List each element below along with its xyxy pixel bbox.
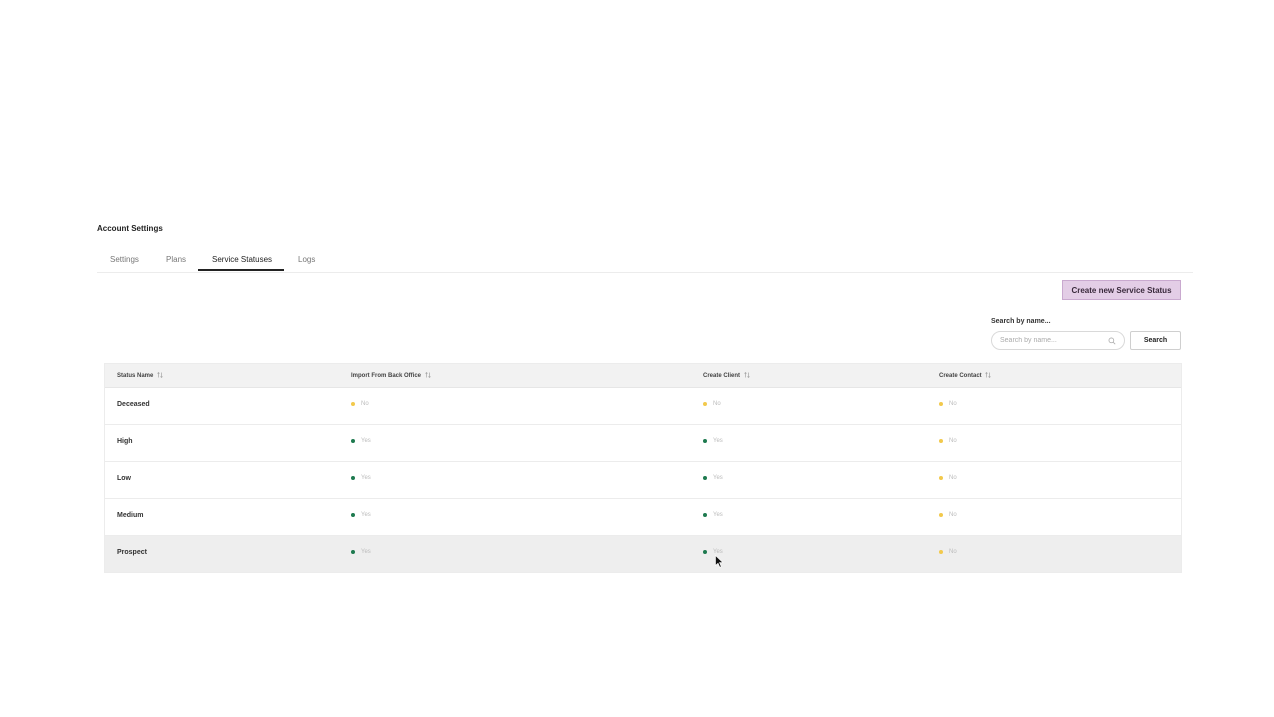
table-row[interactable]: Prospect Yes Yes No: [105, 536, 1181, 572]
status-dot: [939, 513, 943, 517]
create-contact-cell: No: [939, 401, 957, 407]
page-title: Account Settings: [97, 224, 163, 233]
import-cell: No: [351, 401, 369, 407]
status-dot: [703, 402, 707, 406]
status-dot: [351, 550, 355, 554]
status-dot: [703, 439, 707, 443]
page: Account Settings Settings Plans Service …: [0, 0, 1274, 717]
table-row[interactable]: Medium Yes Yes No: [105, 499, 1181, 536]
import-cell: Yes: [351, 475, 371, 481]
import-cell: Yes: [351, 438, 371, 444]
search-button[interactable]: Search: [1130, 331, 1181, 350]
status-name-cell: High: [117, 438, 133, 445]
table-row[interactable]: High Yes Yes No: [105, 425, 1181, 462]
column-header-create-contact[interactable]: Create Contact: [939, 372, 992, 379]
status-dot: [351, 476, 355, 480]
table-row[interactable]: Low Yes Yes No: [105, 462, 1181, 499]
status-dot: [939, 439, 943, 443]
search-input[interactable]: [1000, 337, 1100, 344]
status-dot: [939, 550, 943, 554]
search-label: Search by name...: [991, 318, 1051, 325]
status-dot: [939, 476, 943, 480]
table-row[interactable]: Deceased No No No: [105, 388, 1181, 425]
create-client-cell: Yes: [703, 438, 723, 444]
tab-service-statuses[interactable]: Service Statuses: [212, 255, 272, 264]
create-client-cell: No: [703, 401, 721, 407]
search-field[interactable]: [991, 331, 1125, 350]
status-dot: [939, 402, 943, 406]
tab-bar: Settings Plans Service Statuses Logs: [97, 249, 1193, 273]
status-name-cell: Low: [117, 475, 131, 482]
create-contact-cell: No: [939, 438, 957, 444]
create-client-cell: Yes: [703, 512, 723, 518]
status-name-cell: Deceased: [117, 401, 150, 408]
service-status-table: Status Name Import From Back Office Crea…: [104, 363, 1182, 573]
create-contact-cell: No: [939, 475, 957, 481]
column-header-status-name[interactable]: Status Name: [117, 372, 163, 379]
sort-arrows-icon: [424, 372, 431, 378]
status-dot: [703, 513, 707, 517]
sort-arrows-icon: [985, 372, 992, 378]
mouse-pointer-icon: [715, 555, 724, 568]
tab-plans[interactable]: Plans: [166, 255, 186, 264]
create-client-cell: Yes: [703, 475, 723, 481]
create-contact-cell: No: [939, 512, 957, 518]
status-dot: [703, 550, 707, 554]
column-header-create-client[interactable]: Create Client: [703, 372, 750, 379]
import-cell: Yes: [351, 549, 371, 555]
status-name-cell: Prospect: [117, 549, 147, 556]
tab-logs[interactable]: Logs: [298, 255, 315, 264]
sort-arrows-icon: [157, 372, 163, 378]
status-name-cell: Medium: [117, 512, 144, 519]
tab-settings[interactable]: Settings: [110, 255, 139, 264]
status-dot: [351, 439, 355, 443]
status-dot: [351, 513, 355, 517]
active-tab-indicator: [198, 269, 284, 271]
status-dot: [351, 402, 355, 406]
create-contact-cell: No: [939, 549, 957, 555]
status-dot: [703, 476, 707, 480]
column-header-import-from-back-office[interactable]: Import From Back Office: [351, 372, 431, 379]
table-header: Status Name Import From Back Office Crea…: [105, 364, 1181, 388]
import-cell: Yes: [351, 512, 371, 518]
create-service-status-button[interactable]: Create new Service Status: [1062, 280, 1181, 300]
search-icon: [1108, 337, 1116, 345]
sort-arrows-icon: [743, 372, 750, 378]
